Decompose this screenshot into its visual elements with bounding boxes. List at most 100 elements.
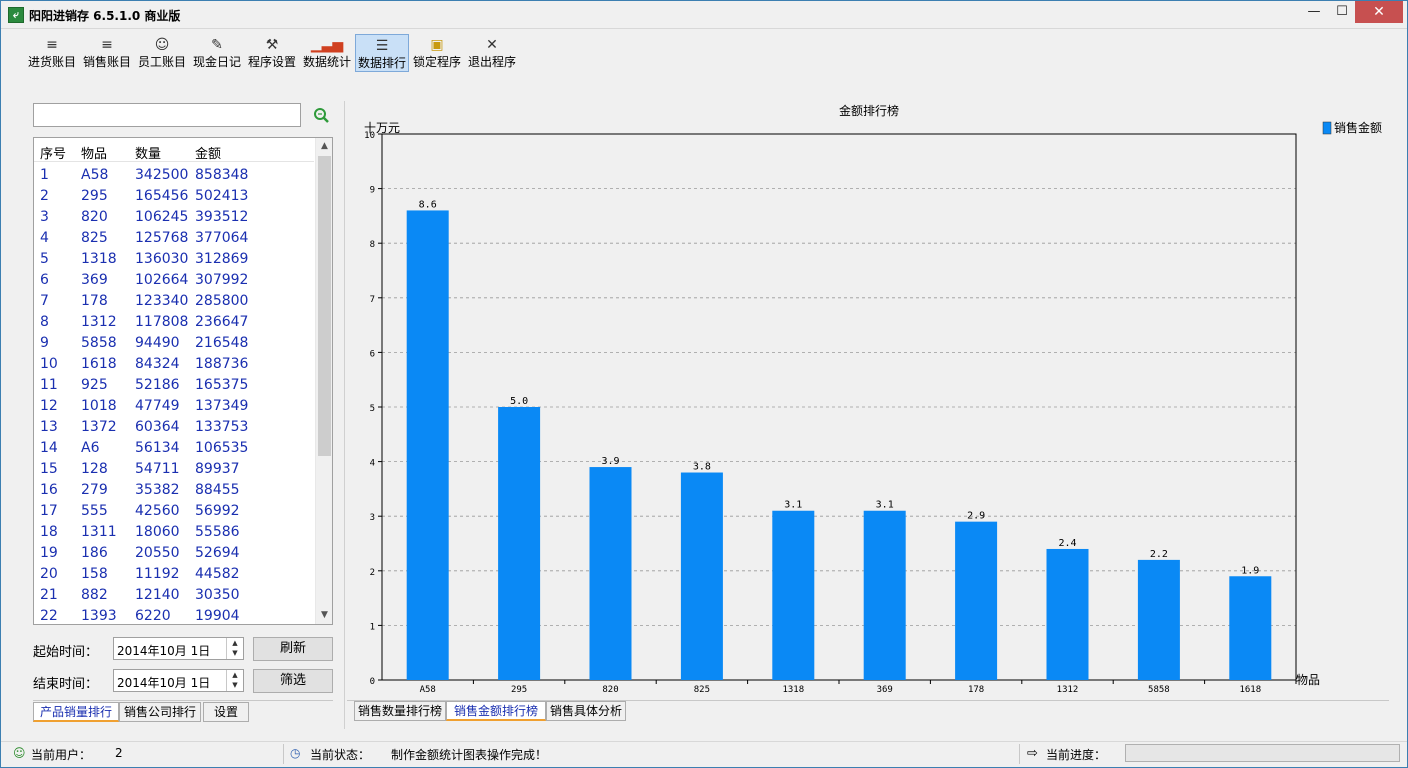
table-row[interactable]: 13 1372 60364 133753 xyxy=(34,417,314,438)
app-logo-icon: ⤶ xyxy=(8,7,24,23)
table-row[interactable]: 2 295 165456 502413 xyxy=(34,186,314,207)
arrow-right-icon: ⇨ xyxy=(1027,746,1038,761)
table-row[interactable]: 10 1618 84324 188736 xyxy=(34,354,314,375)
row-index: 7 xyxy=(40,293,49,309)
tab-company-sales-rank[interactable]: 销售公司排行 xyxy=(119,702,201,722)
bar xyxy=(863,510,906,680)
toolbar-purchase-ledger-button[interactable]: ≡ 进货账目 xyxy=(25,34,79,72)
table-row[interactable]: 19 186 20550 52694 xyxy=(34,543,314,564)
scroll-up-icon[interactable]: ▲ xyxy=(316,138,332,155)
row-amount: 52694 xyxy=(195,545,240,561)
table-row[interactable]: 1 A58 342500 858348 xyxy=(34,165,314,186)
table-row[interactable]: 15 128 54711 89937 xyxy=(34,459,314,480)
row-amount: 55586 xyxy=(195,524,240,540)
tab-product-sales-rank[interactable]: 产品销量排行 xyxy=(33,702,119,722)
ranking-list[interactable]: 序号 物品 数量 金额 1 A58 342500 858348 2 295 165456 50… xyxy=(33,137,333,625)
table-row[interactable]: 17 555 42560 56992 xyxy=(34,501,314,522)
spin-down-icon[interactable]: ▼ xyxy=(227,680,243,690)
row-item: 128 xyxy=(81,461,108,477)
scroll-thumb[interactable] xyxy=(318,156,331,456)
search-icon[interactable] xyxy=(312,106,330,124)
row-quantity: 56134 xyxy=(135,440,180,456)
y-tick-label: 3 xyxy=(370,513,375,523)
row-amount: 56992 xyxy=(195,503,240,519)
table-row[interactable]: 8 1312 117808 236647 xyxy=(34,312,314,333)
row-quantity: 102664 xyxy=(135,272,189,288)
y-tick-label: 1 xyxy=(370,622,375,632)
spin-down-icon[interactable]: ▼ xyxy=(227,648,243,658)
table-row[interactable]: 14 A6 56134 106535 xyxy=(34,438,314,459)
close-button[interactable]: ✕ xyxy=(1355,1,1403,23)
tab-detailed-analysis[interactable]: 销售具体分析 xyxy=(546,701,626,721)
bar-value-label: 8.6 xyxy=(419,199,437,210)
end-date-picker[interactable]: 2014年10月 1日 ▲ ▼ xyxy=(113,669,244,692)
row-item: 1393 xyxy=(81,608,117,624)
filter-button[interactable]: 筛选 xyxy=(253,669,333,693)
table-row[interactable]: 7 178 123340 285800 xyxy=(34,291,314,312)
table-row[interactable]: 6 369 102664 307992 xyxy=(34,270,314,291)
bar-value-label: 3.9 xyxy=(601,456,619,467)
status-separator xyxy=(1019,744,1020,764)
legend-label: 销售金额 xyxy=(1334,120,1382,135)
toolbar-sales-ledger-button[interactable]: ≡ 销售账目 xyxy=(80,34,134,72)
toolbar-ranking-button[interactable]: ☰ 数据排行 xyxy=(355,34,409,72)
toolbar-label: 员工账目 xyxy=(137,55,186,69)
list-scrollbar[interactable]: ▲ ▼ xyxy=(315,138,332,624)
row-item: 178 xyxy=(81,293,108,309)
bar-chart-icon: ▁▃▅ xyxy=(310,37,344,53)
row-item: 295 xyxy=(81,188,108,204)
column-header-quantity[interactable]: 数量 xyxy=(135,143,161,162)
row-index: 21 xyxy=(40,587,58,603)
maximize-button[interactable]: ☐ xyxy=(1327,1,1357,23)
row-item: 158 xyxy=(81,566,108,582)
row-quantity: 18060 xyxy=(135,524,180,540)
toolbar-lock-button[interactable]: ▣ 锁定程序 xyxy=(410,34,464,72)
tab-settings[interactable]: 设置 xyxy=(203,702,249,722)
spin-up-icon[interactable]: ▲ xyxy=(227,670,243,680)
toolbar-staff-ledger-button[interactable]: ☺ 员工账目 xyxy=(135,34,189,72)
table-row[interactable]: 3 820 106245 393512 xyxy=(34,207,314,228)
toolbar-exit-button[interactable]: ✕ 退出程序 xyxy=(465,34,519,72)
table-row[interactable]: 9 5858 94490 216548 xyxy=(34,333,314,354)
table-row[interactable]: 12 1018 47749 137349 xyxy=(34,396,314,417)
panel-splitter[interactable] xyxy=(344,101,345,729)
row-index: 11 xyxy=(40,377,58,393)
column-header-amount[interactable]: 金额 xyxy=(195,143,221,162)
start-date-spinner[interactable]: ▲ ▼ xyxy=(226,638,243,659)
x-tick-label: A58 xyxy=(420,685,436,695)
row-quantity: 47749 xyxy=(135,398,180,414)
table-row[interactable]: 18 1311 18060 55586 xyxy=(34,522,314,543)
start-date-picker[interactable]: 2014年10月 1日 ▲ ▼ xyxy=(113,637,244,660)
toolbar-cash-journal-button[interactable]: ✎ 现金日记 xyxy=(190,34,244,72)
toolbar-label: 销售账目 xyxy=(82,55,131,69)
row-quantity: 54711 xyxy=(135,461,180,477)
refresh-button[interactable]: 刷新 xyxy=(253,637,333,661)
toolbar-settings-button[interactable]: ⚒ 程序设置 xyxy=(245,34,299,72)
bar xyxy=(498,407,541,680)
end-date-spinner[interactable]: ▲ ▼ xyxy=(226,670,243,691)
search-input[interactable] xyxy=(33,103,301,127)
toolbar-statistics-button[interactable]: ▁▃▅ 数据统计 xyxy=(300,34,354,72)
x-axis-label: 物品 xyxy=(1296,673,1320,687)
column-header-item[interactable]: 物品 xyxy=(81,143,107,162)
table-row[interactable]: 20 158 11192 44582 xyxy=(34,564,314,585)
row-index: 13 xyxy=(40,419,58,435)
row-item: 1618 xyxy=(81,356,117,372)
toolbar-label: 数据排行 xyxy=(357,56,406,70)
spin-up-icon[interactable]: ▲ xyxy=(227,638,243,648)
tab-amount-ranking[interactable]: 销售金额排行榜 xyxy=(446,701,546,721)
table-row[interactable]: 5 1318 136030 312869 xyxy=(34,249,314,270)
bar-value-label: 2.9 xyxy=(967,511,985,522)
scroll-down-icon[interactable]: ▼ xyxy=(316,607,332,624)
left-tabs-divider xyxy=(33,700,333,701)
column-header-index[interactable]: 序号 xyxy=(40,143,66,162)
table-row[interactable]: 4 825 125768 377064 xyxy=(34,228,314,249)
minimize-button[interactable]: — xyxy=(1299,1,1329,23)
table-row[interactable]: 11 925 52186 165375 xyxy=(34,375,314,396)
table-row[interactable]: 16 279 35382 88455 xyxy=(34,480,314,501)
row-amount: 133753 xyxy=(195,419,249,435)
tab-quantity-ranking[interactable]: 销售数量排行榜 xyxy=(354,701,446,721)
table-row[interactable]: 21 882 12140 30350 xyxy=(34,585,314,606)
legend-swatch xyxy=(1322,121,1332,135)
table-row[interactable]: 22 1393 6220 19904 xyxy=(34,606,314,624)
